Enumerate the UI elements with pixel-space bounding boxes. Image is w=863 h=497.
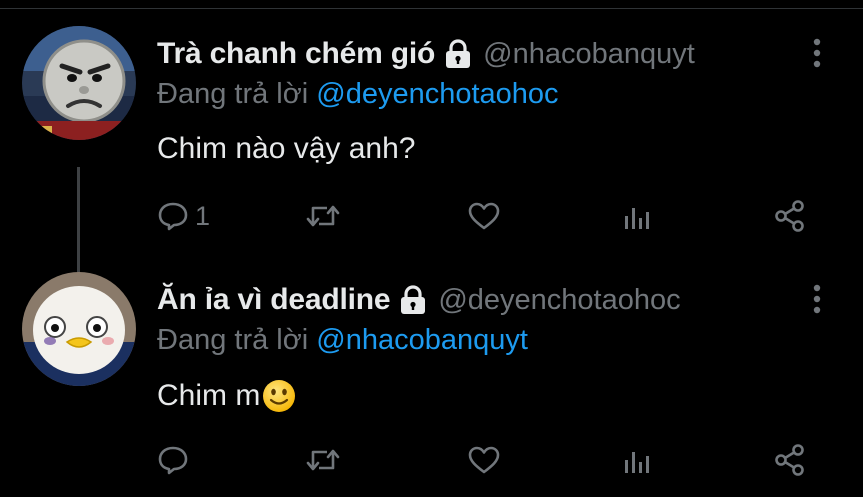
- lock-icon: [400, 285, 426, 315]
- reply-count: 1: [195, 200, 211, 231]
- reply-icon: [158, 446, 188, 475]
- replying-to-mention[interactable]: @deyenchotaohoc: [316, 78, 558, 110]
- retweet-icon: [306, 449, 340, 471]
- share-button[interactable]: [774, 440, 806, 480]
- tweet-text: Chim m: [157, 378, 297, 414]
- replying-to-label: Đang trả lời: [157, 78, 309, 110]
- retweet-icon: [306, 205, 340, 227]
- like-button[interactable]: [467, 440, 507, 480]
- top-divider: [0, 8, 863, 9]
- avatar-white-duck-face-icon: [22, 272, 136, 386]
- avatar[interactable]: [22, 272, 136, 386]
- share-icon: [775, 444, 804, 476]
- tweet-actions: 1: [157, 196, 817, 236]
- share-icon: [775, 200, 804, 232]
- avatar[interactable]: [22, 26, 136, 140]
- replying-to-line: Đang trả lời @deyenchotaohoc: [157, 78, 559, 111]
- retweet-button[interactable]: [305, 196, 347, 236]
- display-name[interactable]: Ăn ỉa vì deadline: [157, 283, 391, 317]
- retweet-button[interactable]: [305, 440, 347, 480]
- stats-icon: [625, 208, 649, 229]
- display-name[interactable]: Trà chanh chém gió: [157, 37, 435, 71]
- tweet[interactable]: Ăn ỉa vì deadline @deyenchotaohoc Đang t…: [0, 270, 863, 497]
- tweet-text-body: Chim m: [157, 379, 261, 412]
- tweet-text-body: Chim nào vậy anh?: [157, 132, 416, 165]
- more-options-icon[interactable]: [805, 36, 829, 72]
- tweet-actions: [157, 440, 817, 480]
- replying-to-label: Đang trả lời: [157, 324, 309, 356]
- slightly-smiling-face-emoji-icon: [261, 378, 297, 414]
- replying-to-mention[interactable]: @nhacobanquyt: [316, 324, 528, 356]
- replying-to-line: Đang trả lời @nhacobanquyt: [157, 324, 528, 357]
- tweet-header: Ăn ỉa vì deadline @deyenchotaohoc: [157, 280, 803, 320]
- tweet[interactable]: Trà chanh chém gió @nhacobanquyt Đang tr…: [0, 24, 863, 294]
- lock-icon: [445, 39, 471, 69]
- tweet-header: Trà chanh chém gió @nhacobanquyt: [157, 34, 803, 74]
- reply-button[interactable]: 1: [157, 196, 210, 236]
- reply-icon: [158, 202, 188, 231]
- like-button[interactable]: [467, 196, 507, 236]
- handle[interactable]: @nhacobanquyt: [483, 38, 803, 71]
- heart-icon: [468, 446, 500, 474]
- reply-button[interactable]: [157, 440, 195, 480]
- more-options-icon[interactable]: [805, 282, 829, 318]
- stats-icon: [625, 452, 649, 473]
- stats-button[interactable]: [622, 196, 658, 236]
- heart-icon: [468, 202, 500, 230]
- handle[interactable]: @deyenchotaohoc: [438, 284, 803, 317]
- tweet-text: Chim nào vậy anh?: [157, 132, 416, 166]
- share-button[interactable]: [774, 196, 806, 236]
- avatar-angry-train-face-icon: [22, 26, 136, 140]
- stats-button[interactable]: [622, 440, 658, 480]
